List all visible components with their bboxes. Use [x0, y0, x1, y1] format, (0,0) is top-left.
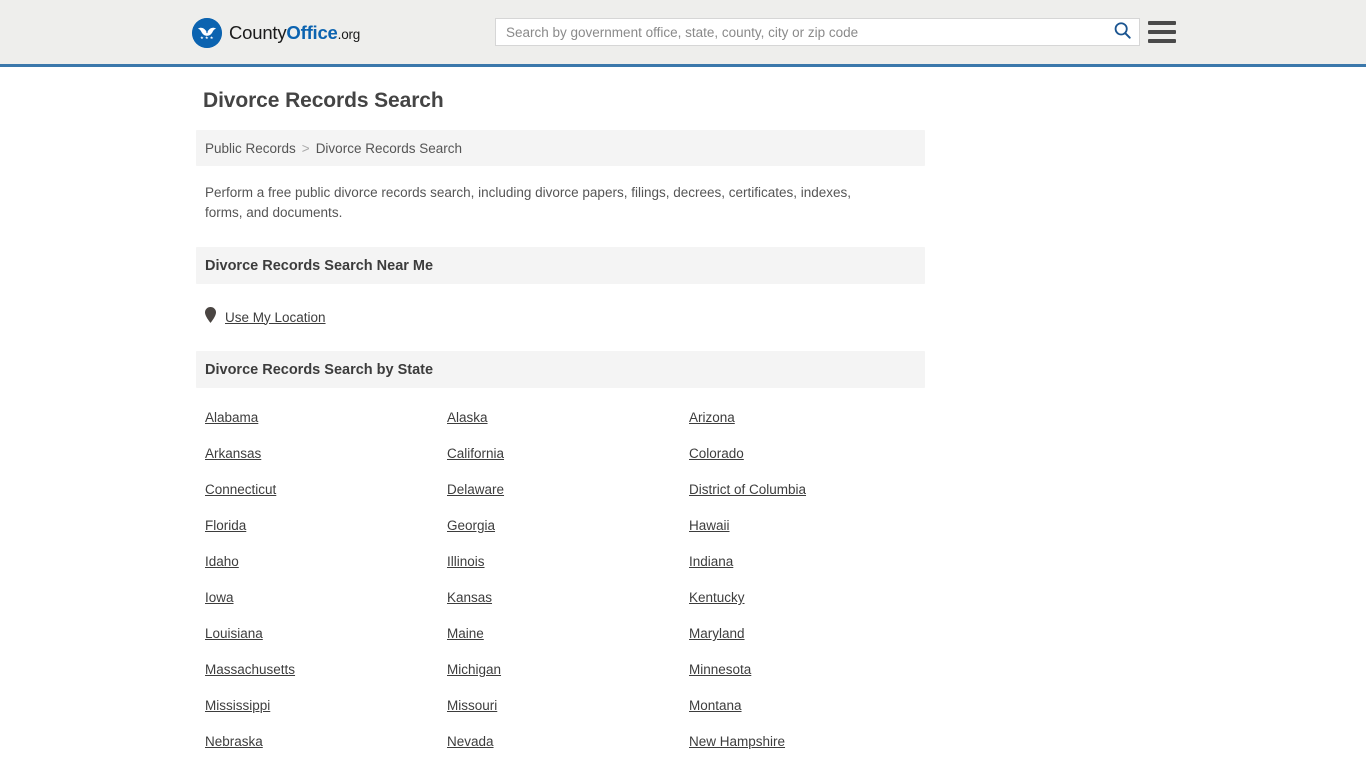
state-link[interactable]: New Hampshire	[689, 734, 785, 749]
search-group	[495, 18, 1140, 46]
use-my-location-link[interactable]: Use My Location	[225, 310, 326, 325]
state-link[interactable]: Alabama	[205, 410, 258, 425]
logo-text-org: .org	[337, 27, 361, 42]
state-link[interactable]: Kansas	[447, 590, 492, 605]
state-link[interactable]: Mississippi	[205, 698, 270, 713]
logo-wordmark: CountyOffice.org	[229, 22, 360, 44]
breadcrumb-link-public-records[interactable]: Public Records	[205, 141, 296, 156]
state-link[interactable]: Maryland	[689, 626, 745, 641]
state-link[interactable]: Maine	[447, 626, 484, 641]
state-link[interactable]: Delaware	[447, 482, 504, 497]
state-link[interactable]: Nevada	[447, 734, 494, 749]
search-input[interactable]	[495, 18, 1105, 46]
intro-paragraph: Perform a free public divorce records se…	[205, 185, 852, 220]
state-link[interactable]: Indiana	[689, 554, 733, 569]
state-link[interactable]: Montana	[689, 698, 742, 713]
state-link[interactable]: Colorado	[689, 446, 744, 461]
section-header-by-state: Divorce Records Search by State	[196, 351, 925, 388]
state-link[interactable]: Louisiana	[205, 626, 263, 641]
page-title: Divorce Records Search	[203, 89, 444, 112]
site-logo[interactable]: CountyOffice.org	[192, 18, 360, 48]
breadcrumb: Public Records > Divorce Records Search	[196, 130, 925, 166]
logo-text-county: County	[229, 22, 287, 43]
state-link[interactable]: Minnesota	[689, 662, 751, 677]
logo-text-office: Office	[286, 22, 338, 43]
use-my-location-row: Use My Location	[196, 306, 1366, 328]
state-link[interactable]: Idaho	[205, 554, 239, 569]
state-link[interactable]: Alaska	[447, 410, 488, 425]
state-link[interactable]: Arkansas	[205, 446, 261, 461]
state-link[interactable]: Missouri	[447, 698, 497, 713]
state-link[interactable]: Arizona	[689, 410, 735, 425]
state-link[interactable]: Nebraska	[205, 734, 263, 749]
map-pin-icon	[205, 306, 216, 328]
state-link[interactable]: Illinois	[447, 554, 485, 569]
search-button[interactable]	[1105, 18, 1140, 46]
breadcrumb-current: Divorce Records Search	[315, 140, 462, 156]
state-link[interactable]: Florida	[205, 518, 246, 533]
state-link[interactable]: Hawaii	[689, 518, 730, 533]
state-link[interactable]: Michigan	[447, 662, 501, 677]
main-content: Divorce Records Search Public Records > …	[0, 67, 1366, 768]
state-links-grid: Alabama Alaska Arizona Arkansas California Co…	[196, 410, 956, 768]
hamburger-menu-icon[interactable]	[1148, 17, 1178, 47]
site-header: CountyOffice.org	[0, 0, 1366, 67]
menu-bar-1	[1148, 21, 1176, 25]
menu-bar-2	[1148, 30, 1176, 34]
eagle-shield-emblem-icon	[192, 18, 222, 48]
state-link[interactable]: Kentucky	[689, 590, 745, 605]
state-link[interactable]: Massachusetts	[205, 662, 295, 677]
state-link[interactable]: Connecticut	[205, 482, 276, 497]
search-icon	[1113, 21, 1132, 43]
section-header-near-me: Divorce Records Search Near Me	[196, 247, 925, 284]
breadcrumb-separator: >	[301, 140, 310, 156]
state-link[interactable]: California	[447, 446, 504, 461]
state-link[interactable]: Georgia	[447, 518, 495, 533]
state-link[interactable]: District of Columbia	[689, 482, 806, 497]
state-link[interactable]: Iowa	[205, 590, 234, 605]
menu-bar-3	[1148, 39, 1176, 43]
